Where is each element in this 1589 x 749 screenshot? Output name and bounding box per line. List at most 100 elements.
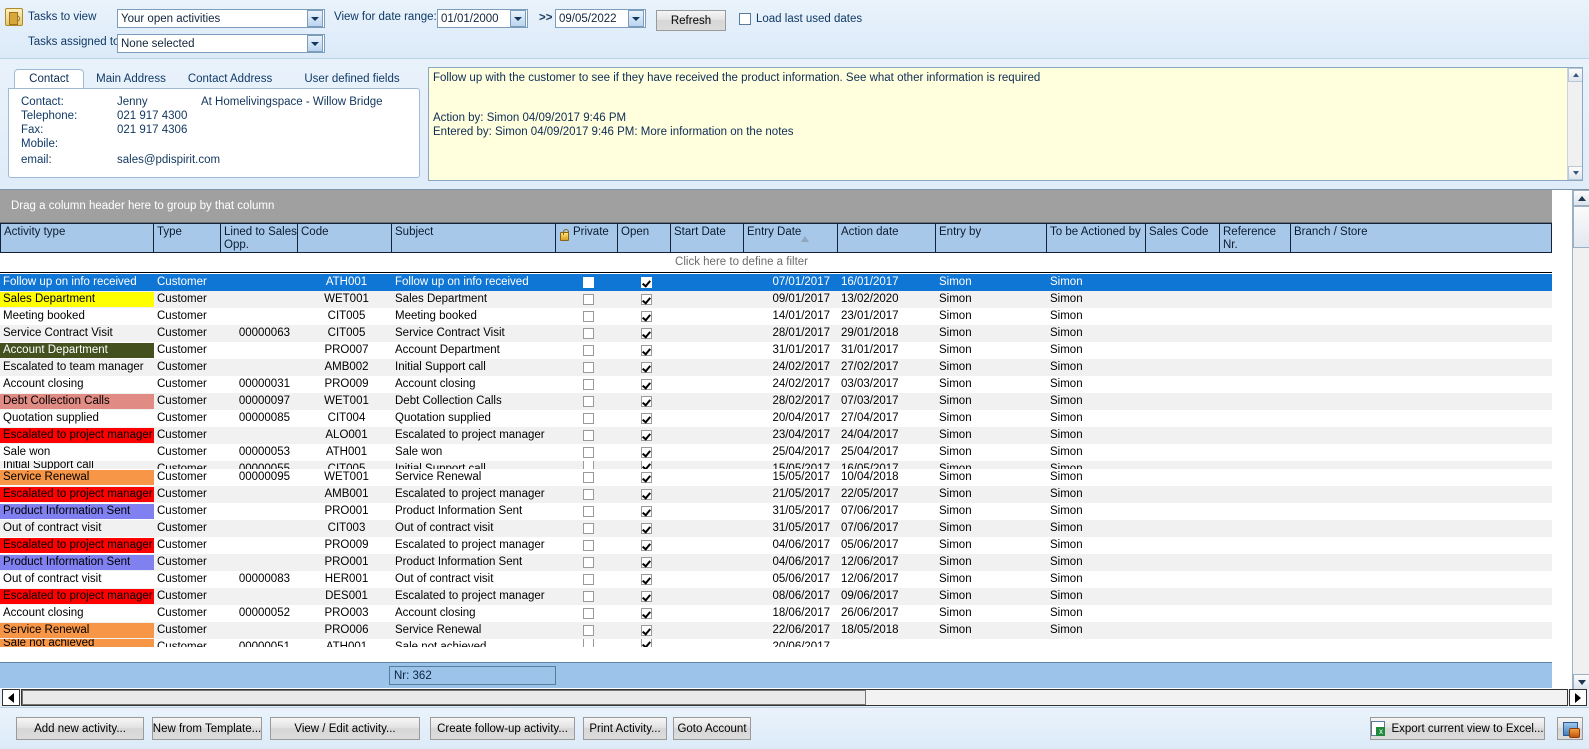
print-activity-button[interactable]: Print Activity... (583, 717, 667, 740)
grid-header-branch-store[interactable]: Branch / Store (1291, 223, 1552, 253)
private-checkbox[interactable] (583, 345, 594, 356)
table-row[interactable]: Product Information SentCustomerPRO001Pr… (0, 503, 1552, 520)
open-checkbox[interactable] (641, 608, 652, 619)
table-row[interactable]: Service RenewalCustomerPRO006Service Ren… (0, 622, 1552, 639)
table-row[interactable]: Escalated to project managerCustomerAMB0… (0, 486, 1552, 503)
private-checkbox[interactable] (583, 447, 594, 458)
open-checkbox[interactable] (641, 574, 652, 585)
grid-header-subject[interactable]: Subject (392, 223, 556, 253)
open-checkbox[interactable] (641, 362, 652, 373)
create-followup-button[interactable]: Create follow-up activity... (430, 717, 575, 740)
date-to-input[interactable]: 09/05/2022 (555, 9, 646, 28)
open-checkbox[interactable] (641, 639, 652, 647)
scroll-left-icon[interactable] (2, 689, 20, 706)
table-row[interactable]: Quotation suppliedCustomer00000085CIT004… (0, 410, 1552, 427)
grid-header-entry-by[interactable]: Entry by (936, 223, 1047, 253)
open-checkbox[interactable] (641, 489, 652, 500)
grid-header-start-date[interactable]: Start Date (671, 223, 744, 253)
open-checkbox[interactable] (641, 557, 652, 568)
new-from-template-button[interactable]: New from Template... (152, 717, 262, 740)
detail-tab-contact[interactable]: Contact (14, 69, 84, 89)
group-by-bar[interactable]: Drag a column header here to group by th… (0, 190, 1552, 223)
open-checkbox[interactable] (641, 345, 652, 356)
table-row[interactable]: Product Information SentCustomerPRO001Pr… (0, 554, 1552, 571)
private-checkbox[interactable] (583, 277, 594, 288)
open-checkbox[interactable] (641, 328, 652, 339)
private-checkbox[interactable] (583, 430, 594, 441)
table-row[interactable]: Initial Support callCustomer00000055CIT0… (0, 461, 1552, 469)
open-checkbox[interactable] (641, 447, 652, 458)
scroll-up-icon[interactable] (1573, 190, 1589, 206)
private-checkbox[interactable] (583, 557, 594, 568)
detail-tab-contact-address[interactable]: Contact Address (180, 69, 280, 89)
table-row[interactable]: Debt Collection CallsCustomer00000097WET… (0, 393, 1552, 410)
open-checkbox[interactable] (641, 413, 652, 424)
open-checkbox[interactable] (641, 430, 652, 441)
private-checkbox[interactable] (583, 311, 594, 322)
grid-header-reference-nr[interactable]: Reference Nr. (1220, 223, 1291, 253)
private-checkbox[interactable] (583, 461, 594, 469)
table-row[interactable]: Account closingCustomer00000031PRO009Acc… (0, 376, 1552, 393)
private-checkbox[interactable] (583, 608, 594, 619)
grid-header-private[interactable]: Private (556, 223, 618, 253)
open-checkbox[interactable] (641, 591, 652, 602)
open-checkbox[interactable] (641, 523, 652, 534)
scroll-down-icon[interactable] (1573, 674, 1589, 690)
private-checkbox[interactable] (583, 294, 594, 305)
table-row[interactable]: Service Contract VisitCustomer00000063CI… (0, 325, 1552, 342)
private-checkbox[interactable] (583, 523, 594, 534)
table-row[interactable]: Service RenewalCustomer00000095WET001Ser… (0, 469, 1552, 486)
open-checkbox[interactable] (641, 294, 652, 305)
checkbox-box[interactable] (739, 13, 751, 25)
private-checkbox[interactable] (583, 362, 594, 373)
grid-header-lined-to-sales-opp[interactable]: Lined to Sales Opp. (221, 223, 298, 253)
private-checkbox[interactable] (583, 489, 594, 500)
grid-header-entry-date[interactable]: Entry Date (744, 223, 838, 253)
private-checkbox[interactable] (583, 506, 594, 517)
scrollbar-thumb[interactable] (1573, 206, 1589, 248)
scroll-right-icon[interactable] (1569, 689, 1587, 706)
table-row[interactable]: Meeting bookedCustomerCIT005Meeting book… (0, 308, 1552, 325)
open-checkbox[interactable] (641, 379, 652, 390)
export-to-excel-button[interactable]: Export current view to Excel... (1370, 717, 1545, 740)
table-row[interactable]: Sale wonCustomer00000053ATH001Sale won25… (0, 444, 1552, 461)
activity-notes-panel[interactable]: Follow up with the customer to see if th… (428, 67, 1583, 181)
detail-tab-main-address[interactable]: Main Address (88, 69, 174, 89)
private-checkbox[interactable] (583, 574, 594, 585)
grid-header-activity-type[interactable]: Activity type (0, 223, 154, 253)
hscrollbar-track[interactable] (21, 689, 1568, 706)
tasks-assigned-to-select[interactable]: None selected (117, 34, 325, 53)
hscrollbar-thumb[interactable] (22, 690, 866, 705)
open-checkbox[interactable] (641, 396, 652, 407)
table-row[interactable]: Out of contract visitCustomer00000083HER… (0, 571, 1552, 588)
grid-filter-row[interactable]: Click here to define a filter (0, 253, 1552, 273)
open-checkbox[interactable] (641, 506, 652, 517)
table-row[interactable]: Escalated to project managerCustomerPRO0… (0, 537, 1552, 554)
private-checkbox[interactable] (583, 540, 594, 551)
grid-vertical-scrollbar[interactable] (1572, 190, 1589, 690)
date-from-input[interactable]: 01/01/2000 (437, 9, 528, 28)
private-checkbox[interactable] (583, 472, 594, 483)
chevron-down-icon[interactable] (307, 35, 323, 52)
table-row[interactable]: Escalated to team managerCustomerAMB002I… (0, 359, 1552, 376)
private-checkbox[interactable] (583, 413, 594, 424)
open-checkbox[interactable] (641, 461, 652, 469)
table-row[interactable]: Follow up on info receivedCustomerATH001… (0, 274, 1552, 291)
open-checkbox[interactable] (641, 625, 652, 636)
detail-tab-user-defined-fields[interactable]: User defined fields (292, 69, 412, 89)
private-checkbox[interactable] (583, 328, 594, 339)
grid-header-action-date[interactable]: Action date (838, 223, 936, 253)
scroll-down-icon[interactable] (1568, 166, 1583, 180)
grid-header-code[interactable]: Code (298, 223, 392, 253)
goto-account-button[interactable]: Goto Account (673, 717, 751, 740)
table-row[interactable]: Out of contract visitCustomerCIT003Out o… (0, 520, 1552, 537)
private-checkbox[interactable] (583, 625, 594, 636)
tasks-to-view-select[interactable]: Your open activities (117, 9, 325, 28)
chevron-down-icon[interactable] (628, 10, 644, 27)
notes-scrollbar[interactable] (1567, 68, 1582, 180)
open-checkbox[interactable] (641, 311, 652, 322)
grid-header-open[interactable]: Open (618, 223, 671, 253)
open-checkbox[interactable] (641, 540, 652, 551)
private-checkbox[interactable] (583, 591, 594, 602)
table-row[interactable]: Sales DepartmentCustomerWET001Sales Depa… (0, 291, 1552, 308)
